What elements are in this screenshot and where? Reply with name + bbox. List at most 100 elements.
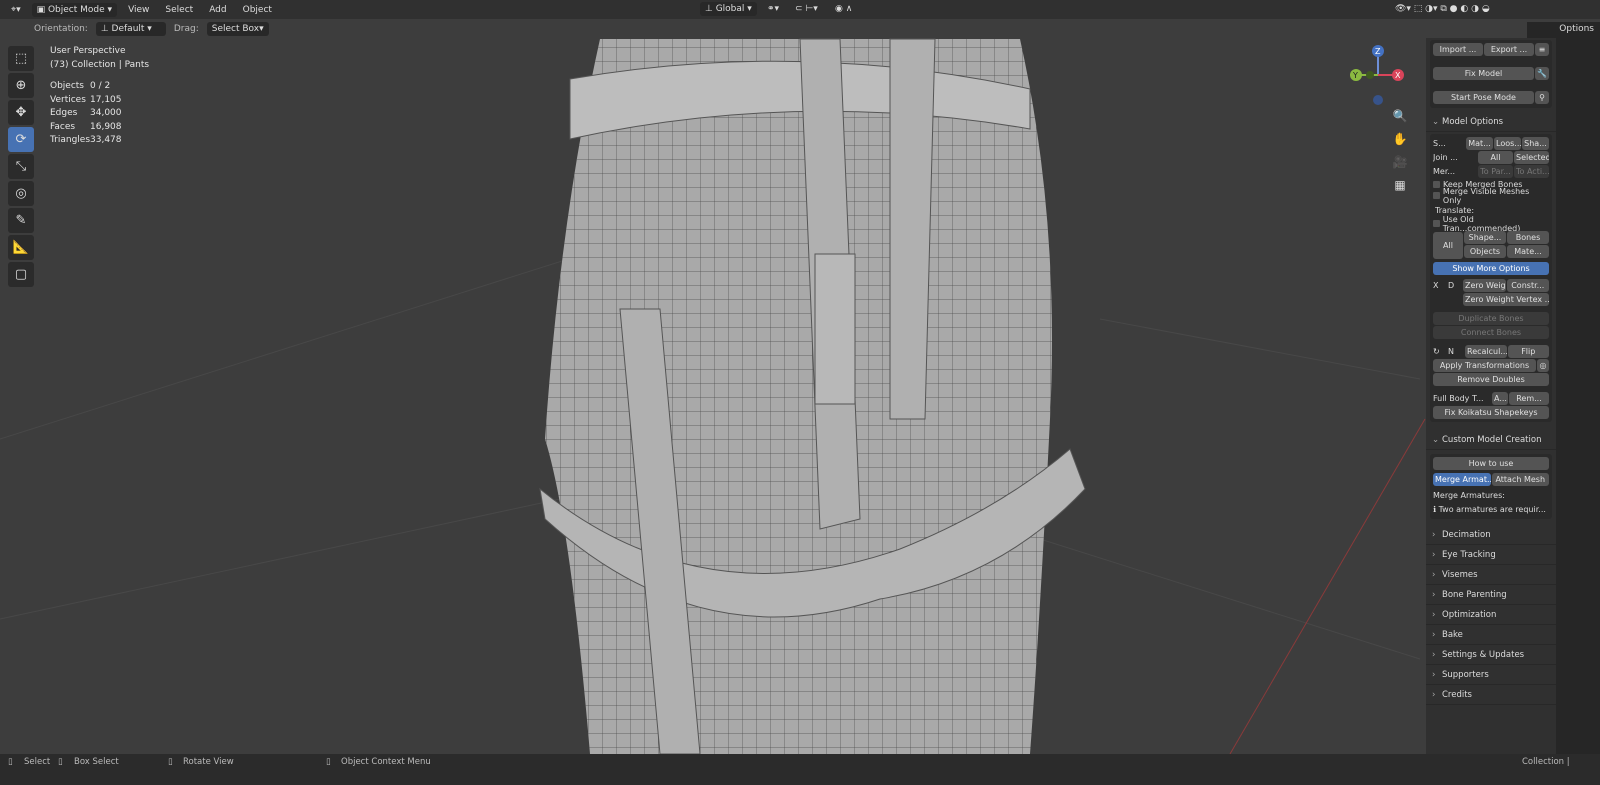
editor-type-button[interactable]: ⌖▾	[6, 3, 26, 17]
add-cube-icon[interactable]: ▢	[8, 262, 34, 287]
camera-icon[interactable]: 🎥	[1390, 152, 1410, 172]
target-icon[interactable]: ◎	[1537, 359, 1549, 372]
menu-add[interactable]: Add	[204, 3, 231, 17]
panel-custom-model-creation[interactable]: ⌄ Custom Model Creation	[1426, 430, 1556, 450]
panel-bake[interactable]: › Bake	[1426, 625, 1556, 645]
info-message: ℹ Two armatures are requir...	[1433, 505, 1546, 514]
sidebar-tabs[interactable]	[1556, 38, 1600, 754]
menu-select[interactable]: Select	[160, 3, 198, 17]
panel-decimation[interactable]: › Decimation	[1426, 525, 1556, 545]
flip-normals-button[interactable]: Flip	[1507, 345, 1549, 358]
constraints-button[interactable]: Constr...	[1506, 279, 1549, 292]
mouse-left-icon: ▯	[8, 757, 13, 767]
drag-dropdown[interactable]: Select Box▾	[206, 22, 269, 36]
measure-icon[interactable]: 📐	[8, 235, 34, 260]
join-all-button[interactable]: All	[1478, 151, 1513, 164]
panel-supporters[interactable]: › Supporters	[1426, 665, 1556, 685]
export-button[interactable]: Export ...	[1484, 43, 1534, 56]
panel-credits[interactable]: › Credits	[1426, 685, 1556, 705]
normals-icon: ↻	[1433, 347, 1440, 356]
panel-bone-parenting[interactable]: › Bone Parenting	[1426, 585, 1556, 605]
checkbox-label: Merge Visible Meshes Only	[1442, 186, 1530, 205]
mode-dropdown[interactable]: ▣ Object Mode ▾	[31, 2, 118, 17]
remove-doubles-button[interactable]: Remove Doubles	[1433, 373, 1549, 386]
add-button[interactable]: A...	[1492, 392, 1508, 405]
orientation-dropdown[interactable]: ⊥ Default ▾	[95, 22, 166, 36]
connect-bones-button[interactable]: Connect Bones	[1433, 326, 1549, 339]
zero-weight-bones-button[interactable]: Zero Weig...	[1463, 279, 1506, 292]
start-pose-mode-button[interactable]: Start Pose Mode	[1433, 91, 1534, 104]
panel-visemes[interactable]: › Visemes	[1426, 565, 1556, 585]
panel-settings-updates[interactable]: › Settings & Updates	[1426, 645, 1556, 665]
zoom-icon[interactable]: 🔍	[1390, 106, 1410, 126]
merge-to-active-button[interactable]: To Acti...	[1514, 165, 1549, 178]
translate-objects-button[interactable]: Objects	[1464, 245, 1506, 258]
tab-merge-armatures[interactable]: Merge Armat...	[1433, 473, 1491, 486]
apply-transformations-button[interactable]: Apply Transformations	[1433, 359, 1536, 372]
translate-all-button[interactable]: All	[1433, 231, 1463, 259]
tool-settings-bar: Orientation: ⊥ Default ▾ Drag: Select Bo…	[0, 20, 1420, 38]
scale-icon[interactable]: ⤡	[8, 154, 34, 179]
options-button[interactable]: Options	[1527, 22, 1600, 38]
mouse-middle-icon: ▯	[168, 757, 173, 767]
merge-label: Mer...	[1433, 167, 1456, 176]
menu-object[interactable]: Object	[238, 3, 277, 17]
fix-koikatsu-shapekeys-button[interactable]: Fix Koikatsu Shapekeys	[1433, 406, 1549, 419]
3d-viewport[interactable]	[0, 19, 1600, 755]
tab-attach-mesh[interactable]: Attach Mesh	[1491, 473, 1549, 486]
show-more-options-button[interactable]: Show More Options	[1433, 262, 1549, 275]
stat-value: 34,000	[90, 108, 122, 118]
wrench-icon[interactable]: 🔧	[1535, 67, 1549, 80]
stat-label: Objects	[50, 81, 85, 91]
proportional-edit-icon[interactable]: ◉ ∧	[830, 2, 857, 16]
rotate-icon[interactable]: ⟳	[8, 127, 34, 152]
select-box-icon[interactable]: ⬚	[8, 46, 34, 71]
checkbox-label: Use Old Tran...commended)	[1442, 214, 1521, 233]
pan-hand-icon[interactable]: ✋	[1390, 129, 1410, 149]
status-box-select: Box Select	[74, 757, 119, 767]
join-selected-button[interactable]: Selected	[1514, 151, 1549, 164]
remove-button[interactable]: Rem...	[1509, 392, 1549, 405]
cursor-icon[interactable]: ⊕	[8, 73, 34, 98]
recalculate-normals-button[interactable]: Recalcul...	[1465, 345, 1507, 358]
use-old-translate-checkbox[interactable]: Use Old Tran...commended)	[1433, 215, 1549, 233]
panel-model-options[interactable]: ⌄ Model Options	[1426, 112, 1556, 132]
separate-loose-button[interactable]: Loos...	[1494, 137, 1521, 150]
merge-to-parent-button[interactable]: To Par...	[1478, 165, 1513, 178]
snap-icon[interactable]: ⊂ ⊢▾	[790, 2, 823, 16]
how-to-use-button[interactable]: How to use	[1433, 457, 1549, 470]
menu-icon[interactable]: ≡	[1535, 43, 1549, 56]
merge-visible-meshes-checkbox[interactable]: Merge Visible Meshes Only	[1433, 187, 1549, 205]
viewport-stats: User Perspective (73) Collection | Pants…	[50, 45, 149, 148]
transform-orientation-dropdown[interactable]: ⊥ Global ▾	[700, 2, 757, 16]
translate-bones-button[interactable]: Bones	[1507, 231, 1549, 244]
translate-materials-button[interactable]: Mate...	[1507, 245, 1549, 258]
separate-materials-button[interactable]: Mat...	[1466, 137, 1493, 150]
visibility-icon[interactable]: 👁▾ ⬚ ◑▾ ⧉ ● ◐ ◑ ◒	[1390, 2, 1495, 16]
annotate-icon[interactable]: ✎	[8, 208, 34, 233]
separate-label: S...	[1433, 139, 1446, 148]
duplicate-bones-button[interactable]: Duplicate Bones	[1433, 312, 1549, 325]
separate-shapes-button[interactable]: Sha...	[1522, 137, 1549, 150]
status-bar: ▯ Select ▯ Box Select ▯ Rotate View ▯ Object…	[0, 754, 1600, 785]
pivot-icon[interactable]: ⚭▾	[762, 2, 784, 16]
navigation-gizmo[interactable]: Z Y X	[1345, 40, 1415, 110]
fix-model-button[interactable]: Fix Model	[1433, 67, 1534, 80]
move-icon[interactable]: ✥	[8, 100, 34, 125]
translate-shapekeys-button[interactable]: Shape...	[1464, 231, 1506, 244]
drag-label: Drag:	[173, 24, 199, 34]
join-label: Join ...	[1433, 153, 1458, 162]
grid-view-icon[interactable]: ▦	[1390, 175, 1410, 195]
zero-weight-vertex-button[interactable]: Zero Weight Vertex ...	[1463, 293, 1549, 306]
transform-icon[interactable]: ◎	[8, 181, 34, 206]
import-button[interactable]: Import ...	[1433, 43, 1483, 56]
panel-optimization[interactable]: › Optimization	[1426, 605, 1556, 625]
pose-icon[interactable]: ⚲	[1535, 91, 1549, 104]
viewport-header: ⌖▾ ▣ Object Mode ▾ View Select Add Objec…	[0, 0, 1600, 19]
stat-value: 0 / 2	[90, 81, 111, 91]
n-label: N	[1448, 347, 1454, 356]
menu-view[interactable]: View	[123, 3, 154, 17]
panel-eye-tracking[interactable]: › Eye Tracking	[1426, 545, 1556, 565]
d-label: D	[1448, 281, 1455, 290]
mesh-wireframe	[0, 38, 1426, 755]
